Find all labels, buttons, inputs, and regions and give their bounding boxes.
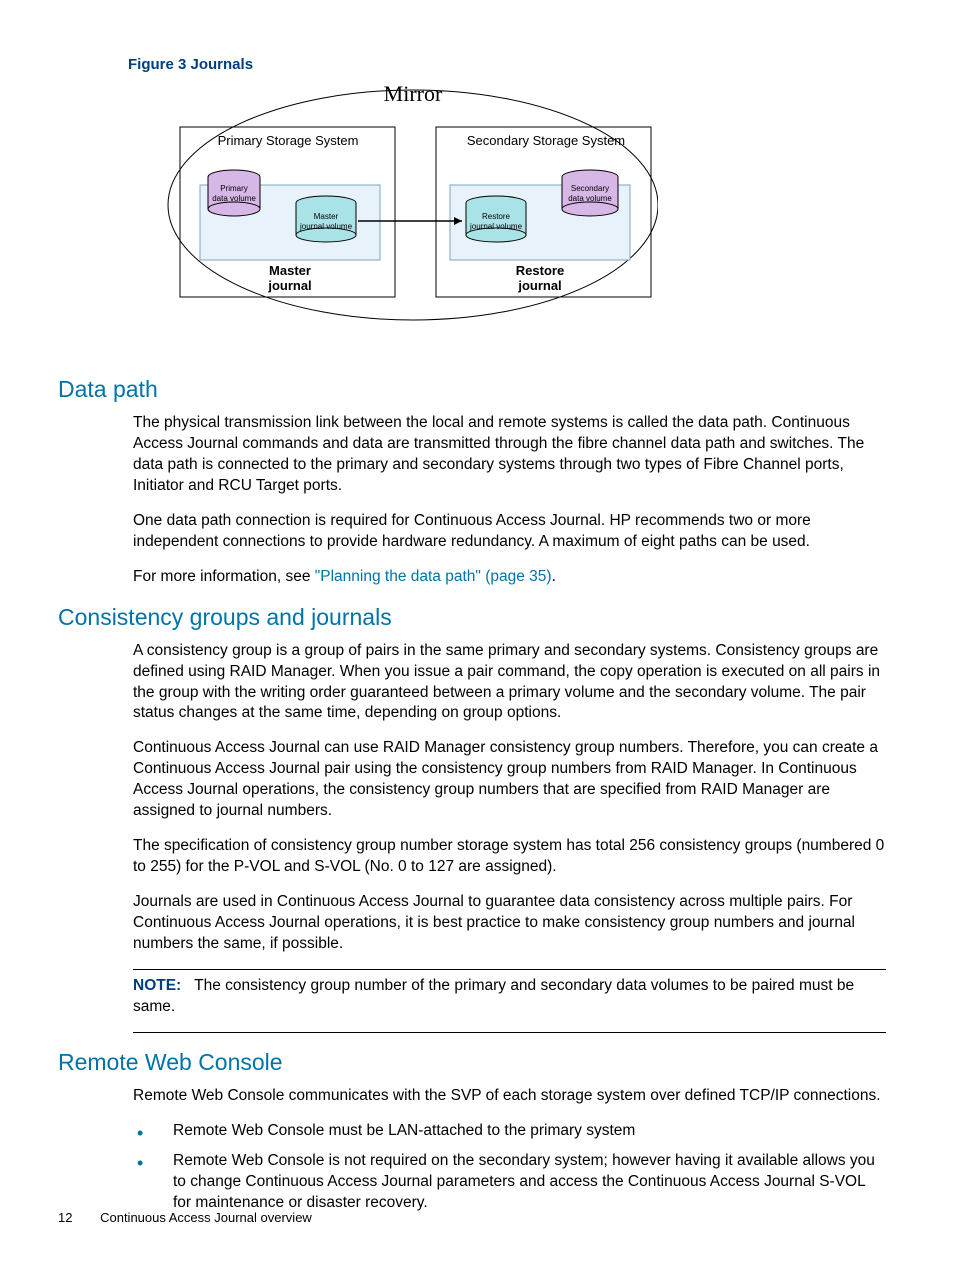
svg-text:journal: journal (267, 278, 311, 293)
svg-text:Master: Master (314, 212, 339, 221)
svg-text:journal volume: journal volume (299, 222, 353, 231)
note-rule-bottom (133, 1032, 886, 1033)
svg-text:Restore: Restore (482, 212, 511, 221)
planning-data-path-link[interactable]: "Planning the data path" (page 35) (315, 568, 552, 585)
svg-text:data volume: data volume (212, 194, 256, 203)
svg-text:Secondary: Secondary (571, 184, 609, 193)
primary-system-label: Primary Storage System (218, 133, 359, 148)
chapter-title: Continuous Access Journal overview (100, 1210, 312, 1225)
rwc-bullet-2: Remote Web Console is not required on th… (133, 1151, 886, 1214)
note-label: NOTE: (133, 977, 181, 994)
svg-text:journal: journal (517, 278, 561, 293)
page-footer: 12 Continuous Access Journal overview (58, 1209, 312, 1227)
figure-caption: Figure 3 Journals (128, 55, 896, 75)
journals-diagram: Mirror Primary Storage System Secondary … (148, 85, 896, 352)
secondary-data-volume: Secondary data volume (562, 170, 618, 216)
page-number: 12 (58, 1210, 72, 1225)
heading-data-path: Data path (58, 374, 896, 405)
mirror-label: Mirror (384, 85, 443, 106)
restore-journal-label: Restore (516, 263, 564, 278)
svg-text:Primary: Primary (220, 184, 248, 193)
datapath-p2: One data path connection is required for… (133, 511, 886, 553)
primary-data-volume: Primary data volume (208, 170, 260, 216)
rwc-bullet-1: Remote Web Console must be LAN-attached … (133, 1121, 886, 1142)
cgj-p1: A consistency group is a group of pairs … (133, 641, 886, 725)
secondary-system-label: Secondary Storage System (467, 133, 625, 148)
datapath-p1: The physical transmission link between t… (133, 413, 886, 497)
svg-text:journal volume: journal volume (469, 222, 523, 231)
restore-journal-volume: Restore journal volume (466, 196, 526, 242)
note-rule-top (133, 969, 886, 970)
cgj-note: NOTE: The consistency group number of th… (133, 976, 886, 1018)
datapath-p3: For more information, see "Planning the … (133, 567, 886, 588)
svg-text:data volume: data volume (568, 194, 612, 203)
cgj-p3: The specification of consistency group n… (133, 836, 886, 878)
master-journal-volume: Master journal volume (296, 196, 356, 242)
cgj-p4: Journals are used in Continuous Access J… (133, 892, 886, 955)
cgj-p2: Continuous Access Journal can use RAID M… (133, 738, 886, 822)
heading-remote-web-console: Remote Web Console (58, 1047, 896, 1078)
heading-consistency-groups: Consistency groups and journals (58, 602, 896, 633)
rwc-p1: Remote Web Console communicates with the… (133, 1086, 886, 1107)
master-journal-label: Master (269, 263, 311, 278)
